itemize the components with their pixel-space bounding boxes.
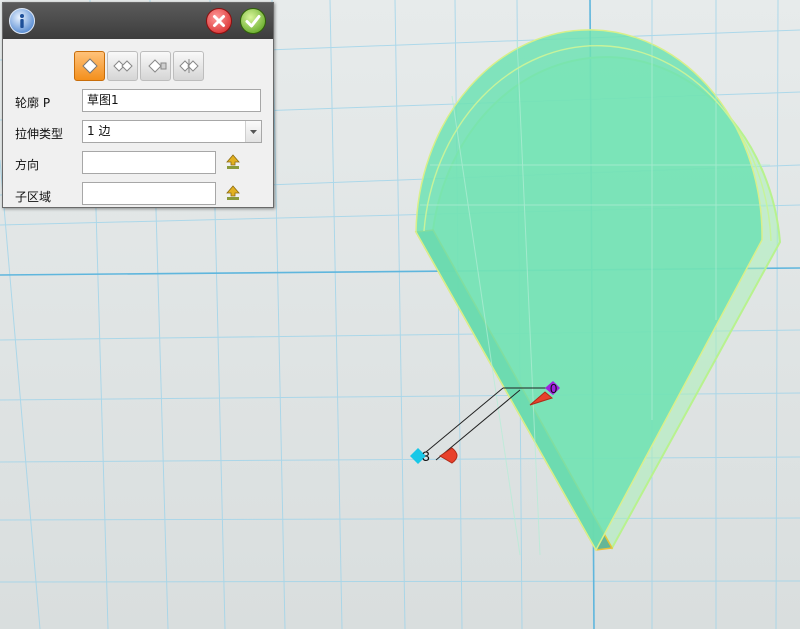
mode-two-sides-button[interactable] [107, 51, 138, 81]
mode-one-side-button[interactable] [74, 51, 105, 81]
direction-field[interactable] [82, 151, 216, 174]
handle-label-bottom: 3 [422, 448, 430, 464]
extrude-panel: 轮廓 P 草图1 拉伸类型 1 边 方向 子区域 [2, 2, 274, 208]
sub-region-field[interactable] [82, 182, 216, 205]
chevron-down-icon[interactable] [245, 121, 261, 142]
profile-field[interactable]: 草图1 [82, 89, 261, 112]
sub-region-pick-arrow-icon[interactable] [224, 184, 242, 202]
close-icon[interactable] [206, 8, 232, 34]
direction-label: 方向 [15, 158, 40, 172]
direction-pick-arrow-icon[interactable] [224, 153, 242, 171]
mode-to-face-button[interactable] [140, 51, 171, 81]
sub-region-label: 子区域 [15, 190, 52, 204]
extrude-type-value: 1 边 [87, 124, 111, 138]
extrude-type-select[interactable]: 1 边 [82, 120, 262, 143]
panel-header [3, 3, 273, 39]
extrude-type-label: 拉伸类型 [15, 127, 64, 141]
profile-label: 轮廓 P [15, 96, 51, 110]
info-icon[interactable] [9, 8, 35, 34]
handle-label-top: 0 [550, 381, 557, 396]
checkmark-icon[interactable] [240, 8, 266, 34]
extrude-mode-bar [74, 51, 206, 83]
mode-symmetric-button[interactable] [173, 51, 204, 81]
